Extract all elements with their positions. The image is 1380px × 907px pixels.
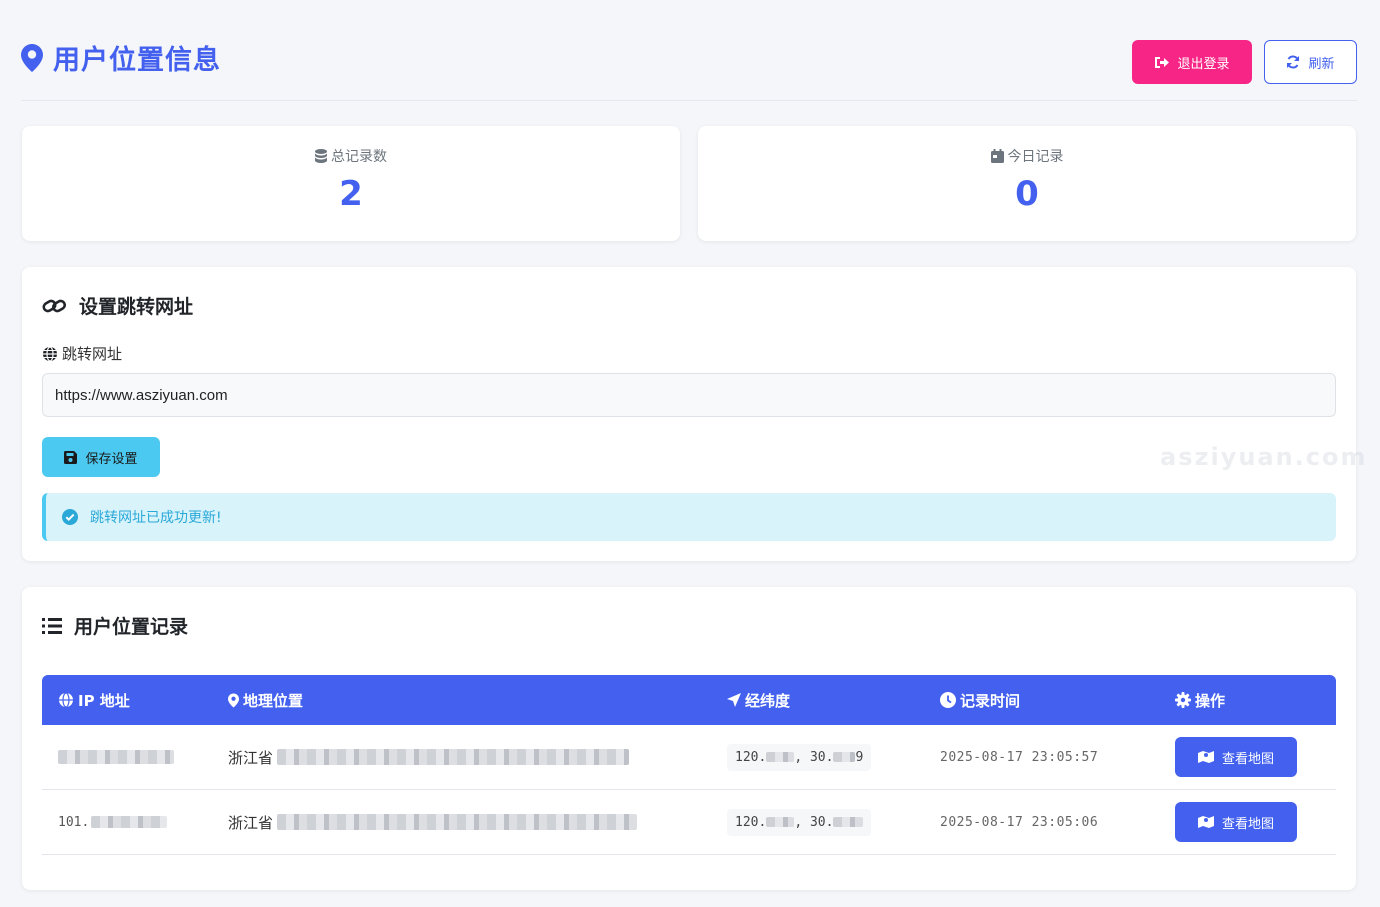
sign-out-icon xyxy=(1154,56,1170,69)
action-cell: 查看地图 xyxy=(1175,790,1297,854)
column-header-location: 地理位置 xyxy=(228,675,303,725)
location-arrow-icon xyxy=(727,693,741,707)
location-province: 浙江省 xyxy=(228,748,274,767)
refresh-label: 刷新 xyxy=(1308,56,1335,72)
column-header-coords: 经纬度 xyxy=(727,675,790,725)
stat-value-today: 0 xyxy=(1015,174,1039,214)
table-row: 101. 浙江省 120., 30. 2025-08-17 23:05:06 查… xyxy=(42,790,1336,855)
url-field-label: 跳转网址 xyxy=(42,343,122,364)
stat-label-total: 总记录数 xyxy=(22,146,680,166)
map-marker-icon xyxy=(228,693,239,708)
page: 用户位置信息 退出登录 刷新 总记录数 2 今日记录 0 设置跳转网址 跳转网址… xyxy=(21,0,1357,890)
refresh-button[interactable]: 刷新 xyxy=(1264,40,1357,84)
logout-label: 退出登录 xyxy=(1177,56,1230,72)
column-header-ip: IP 地址 xyxy=(58,675,130,725)
location-cell: 浙江省 xyxy=(228,790,638,854)
gear-icon xyxy=(1175,692,1191,708)
floppy-disk-icon xyxy=(64,450,78,464)
column-header-action: 操作 xyxy=(1175,675,1225,725)
redacted-ip xyxy=(58,750,174,764)
refresh-icon xyxy=(1286,55,1300,69)
save-settings-button[interactable]: 保存设置 xyxy=(42,437,160,477)
record-time: 2025-08-17 23:05:06 xyxy=(940,814,1099,830)
database-icon xyxy=(315,149,327,163)
ip-address: 101. xyxy=(58,814,90,830)
settings-title: 设置跳转网址 xyxy=(42,292,193,319)
map-marker-icon xyxy=(21,43,43,72)
redirect-url-input[interactable] xyxy=(42,373,1336,417)
logout-button[interactable]: 退出登录 xyxy=(1132,40,1252,84)
globe-icon xyxy=(58,692,74,708)
stat-card-total: 总记录数 2 xyxy=(22,126,680,241)
stat-card-today: 今日记录 0 xyxy=(698,126,1356,241)
coords-value: 120., 30. xyxy=(727,808,872,836)
ip-cell: 101. xyxy=(58,790,168,854)
watermark: asziyuan.com xyxy=(1160,443,1368,471)
stat-value-total: 2 xyxy=(339,174,363,214)
coords-cell: 120., 30. 9 xyxy=(727,725,872,789)
map-icon xyxy=(1197,750,1214,764)
success-alert: 跳转网址已成功更新! xyxy=(42,493,1336,541)
records-card: 用户位置记录 IP 地址 地理位置 经纬度 记录时间 操作 浙江省 120. ,… xyxy=(22,587,1356,890)
location-province: 浙江省 xyxy=(228,813,274,832)
record-time: 2025-08-17 23:05:57 xyxy=(940,749,1099,765)
map-icon xyxy=(1197,815,1214,829)
list-icon xyxy=(42,617,62,634)
records-table: IP 地址 地理位置 经纬度 记录时间 操作 浙江省 120. , 30. 9 … xyxy=(42,675,1336,855)
column-header-time: 记录时间 xyxy=(940,675,1020,725)
redacted-location xyxy=(277,814,638,830)
page-title-text: 用户位置信息 xyxy=(53,45,221,76)
page-title: 用户位置信息 xyxy=(21,38,221,77)
redacted-location xyxy=(277,749,630,765)
check-circle-icon xyxy=(62,509,78,525)
link-icon xyxy=(42,296,67,316)
redacted-ip xyxy=(91,816,168,828)
success-alert-text: 跳转网址已成功更新! xyxy=(90,510,222,526)
records-title: 用户位置记录 xyxy=(42,612,188,639)
table-header: IP 地址 地理位置 经纬度 记录时间 操作 xyxy=(42,675,1336,725)
calendar-icon xyxy=(990,149,1004,163)
location-cell: 浙江省 xyxy=(228,725,630,789)
table-row: 浙江省 120., 30. 9 2025-08-17 23:05:57 查看地图 xyxy=(42,725,1336,790)
page-header: 用户位置信息 退出登录 刷新 xyxy=(21,0,1357,101)
globe-icon xyxy=(42,345,58,362)
coords-value: 120., 30. 9 xyxy=(727,743,872,771)
coords-cell: 120., 30. xyxy=(727,790,872,854)
clock-icon xyxy=(940,692,956,708)
action-cell: 查看地图 xyxy=(1175,725,1297,789)
settings-card: 设置跳转网址 跳转网址 保存设置 跳转网址已成功更新! xyxy=(22,267,1356,561)
save-settings-label: 保存设置 xyxy=(85,451,138,467)
stat-label-today: 今日记录 xyxy=(698,146,1356,166)
view-map-button[interactable]: 查看地图 xyxy=(1175,737,1297,777)
ip-cell xyxy=(58,725,174,789)
view-map-button[interactable]: 查看地图 xyxy=(1175,802,1297,842)
